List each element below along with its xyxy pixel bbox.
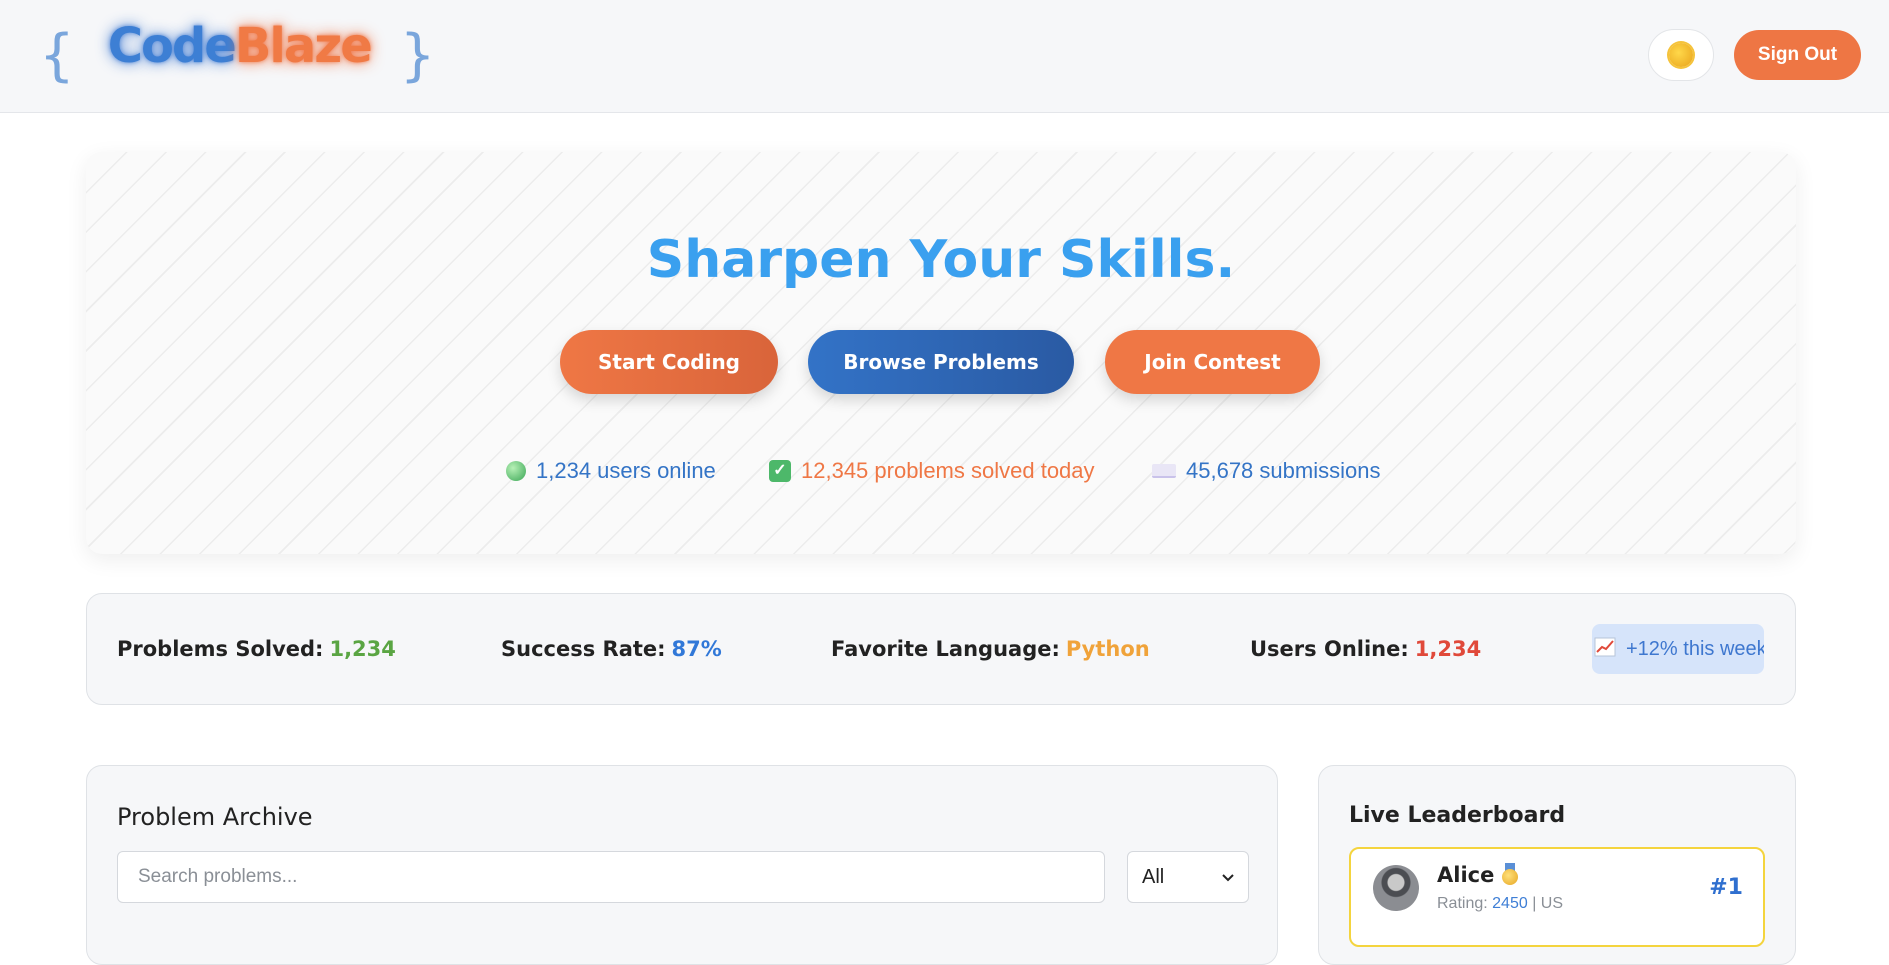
join-contest-button[interactable]: Join Contest [1105,330,1320,394]
user-stats-bar: Problems Solved: 1,234 Success Rate: 87% F… [86,593,1796,705]
leaderboard-rank: #1 [1709,875,1743,900]
submissions-stat: 45,678 submissions [1152,458,1380,484]
submissions-text: 45,678 submissions [1186,458,1381,483]
leaderboard-title: Live Leaderboard [1349,803,1566,828]
avatar [1373,865,1419,911]
stat-users-online: Users Online: 1,234 [1250,637,1481,661]
stat-success-rate: Success Rate: 87% [501,637,722,661]
top-navbar: { CodeBlaze } Sign Out [0,0,1889,113]
logo-brace-open: { [40,23,74,88]
archive-title: Problem Archive [117,803,313,831]
weekly-trend-badge: +12% this week [1592,624,1764,674]
gold-medal-icon [1501,863,1519,885]
stat-label: Success Rate: [501,637,666,661]
live-leaderboard-panel: Live Leaderboard Alice Rating: 2450 | US… [1318,765,1796,965]
rating-value: 2450 [1492,895,1528,912]
logo-brace-close: } [400,23,435,88]
checkmark-icon: ✓ [769,460,791,482]
submissions-icon [1152,464,1176,478]
theme-toggle-button[interactable] [1648,29,1714,81]
sign-out-button[interactable]: Sign Out [1734,30,1861,80]
problems-solved-text: 12,345 problems solved today [801,458,1095,483]
rating-suffix: | US [1532,895,1564,912]
stat-value: 87% [671,637,722,661]
search-input[interactable] [117,851,1105,903]
users-online-stat: 1,234 users online [506,458,716,484]
codeblaze-logo[interactable]: { CodeBlaze } [40,18,434,94]
problems-solved-stat: ✓ 12,345 problems solved today [769,458,1095,484]
stat-label: Favorite Language: [831,637,1060,661]
difficulty-filter-select[interactable]: All [1127,851,1249,903]
stat-label: Problems Solved: [117,637,324,661]
stat-value: Python [1065,637,1150,661]
stat-favorite-language: Favorite Language: Python [831,637,1150,661]
filter-selected-value: All [1142,865,1165,888]
trend-text: +12% this week [1626,637,1764,660]
leaderboard-entry[interactable]: Alice Rating: 2450 | US #1 [1349,847,1765,947]
logo-blaze-text: Blaze [234,18,373,74]
stat-label: Users Online: [1250,637,1409,661]
users-online-text: 1,234 users online [536,458,716,483]
chart-increasing-icon [1594,637,1616,662]
sun-icon [1669,43,1693,67]
logo-code-text: Code [107,18,237,74]
stat-value: 1,234 [329,637,396,661]
browse-problems-button[interactable]: Browse Problems [808,330,1074,394]
rating-label: Rating: [1437,895,1488,912]
stat-value: 1,234 [1414,637,1482,661]
leaderboard-rating: Rating: 2450 | US [1437,895,1563,913]
stat-problems-solved: Problems Solved: 1,234 [117,637,396,661]
online-dot-icon [506,461,526,481]
problem-archive-panel: Problem Archive All [86,765,1278,965]
chevron-down-icon [1222,869,1234,885]
start-coding-button[interactable]: Start Coding [560,330,778,394]
hero-title: Sharpen Your Skills. [646,230,1236,290]
hero-section: Sharpen Your Skills. Start Coding Browse… [86,152,1796,554]
logo-text: CodeBlaze [107,18,373,74]
leaderboard-name: Alice [1437,863,1495,887]
